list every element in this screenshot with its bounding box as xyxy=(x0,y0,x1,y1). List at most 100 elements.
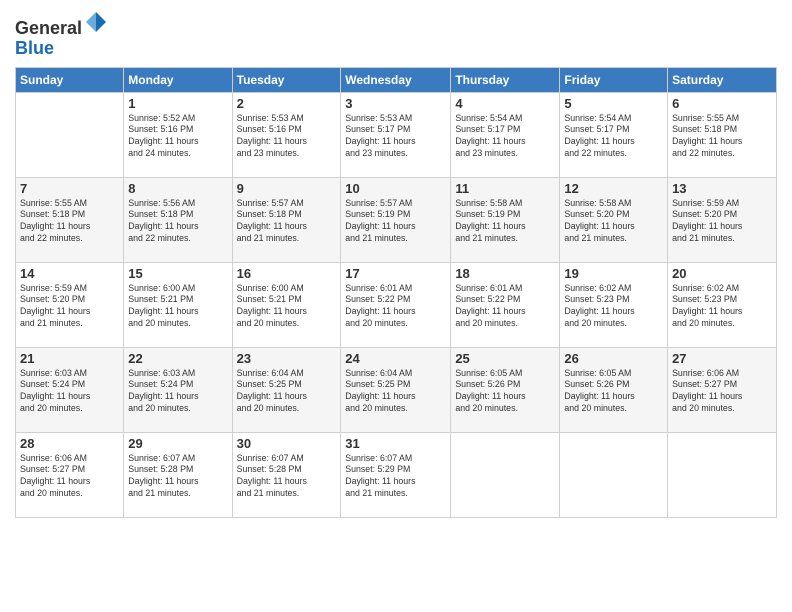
day-number: 2 xyxy=(237,96,337,111)
calendar-cell: 20 Sunrise: 6:02 AM Sunset: 5:23 PM Dayli… xyxy=(668,262,777,347)
day-info: Sunrise: 6:07 AM Sunset: 5:28 PM Dayligh… xyxy=(128,453,227,501)
day-info: Sunrise: 6:00 AM Sunset: 5:21 PM Dayligh… xyxy=(237,283,337,331)
calendar-cell xyxy=(451,432,560,517)
logo-general: General xyxy=(15,18,82,38)
logo-blue: Blue xyxy=(15,38,54,58)
day-number: 6 xyxy=(672,96,772,111)
day-info: Sunrise: 6:03 AM Sunset: 5:24 PM Dayligh… xyxy=(128,368,227,416)
calendar-cell: 19Sunrise: 6:02 AM Sunset: 5:23 PM Dayli… xyxy=(560,262,668,347)
calendar-cell: 23 Sunrise: 6:04 AM Sunset: 5:25 PM Dayli… xyxy=(232,347,341,432)
calendar-cell xyxy=(668,432,777,517)
day-info: Sunrise: 5:53 AM Sunset: 5:16 PM Dayligh… xyxy=(237,113,337,161)
day-info: Sunrise: 5:57 AM Sunset: 5:19 PM Dayligh… xyxy=(345,198,446,246)
col-header-wednesday: Wednesday xyxy=(341,67,451,92)
calendar-cell: 25Sunrise: 6:05 AM Sunset: 5:26 PM Dayli… xyxy=(451,347,560,432)
day-info: Sunrise: 6:02 AM Sunset: 5:23 PM Dayligh… xyxy=(672,283,772,331)
calendar-week-row: 28Sunrise: 6:06 AM Sunset: 5:27 PM Dayli… xyxy=(16,432,777,517)
day-info: Sunrise: 5:59 AM Sunset: 5:20 PM Dayligh… xyxy=(20,283,119,331)
day-number: 30 xyxy=(237,436,337,451)
calendar-cell: 12 Sunrise: 5:58 AM Sunset: 5:20 PM Dayli… xyxy=(560,177,668,262)
calendar-week-row: 14Sunrise: 5:59 AM Sunset: 5:20 PM Dayli… xyxy=(16,262,777,347)
calendar-cell: 26 Sunrise: 6:05 AM Sunset: 5:26 PM Dayli… xyxy=(560,347,668,432)
calendar-cell: 15 Sunrise: 6:00 AM Sunset: 5:21 PM Dayli… xyxy=(124,262,232,347)
day-number: 9 xyxy=(237,181,337,196)
day-number: 16 xyxy=(237,266,337,281)
day-info: Sunrise: 6:06 AM Sunset: 5:27 PM Dayligh… xyxy=(672,368,772,416)
day-number: 7 xyxy=(20,181,119,196)
day-info: Sunrise: 6:02 AM Sunset: 5:23 PM Dayligh… xyxy=(564,283,663,331)
day-info: Sunrise: 5:56 AM Sunset: 5:18 PM Dayligh… xyxy=(128,198,227,246)
day-info: Sunrise: 6:07 AM Sunset: 5:29 PM Dayligh… xyxy=(345,453,446,501)
day-number: 18 xyxy=(455,266,555,281)
calendar-cell: 17 Sunrise: 6:01 AM Sunset: 5:22 PM Dayli… xyxy=(341,262,451,347)
day-number: 11 xyxy=(455,181,555,196)
calendar-cell: 1 Sunrise: 5:52 AM Sunset: 5:16 PM Daylig… xyxy=(124,92,232,177)
day-number: 23 xyxy=(237,351,337,366)
calendar-cell: 11Sunrise: 5:58 AM Sunset: 5:19 PM Dayli… xyxy=(451,177,560,262)
calendar-cell: 21Sunrise: 6:03 AM Sunset: 5:24 PM Dayli… xyxy=(16,347,124,432)
day-info: Sunrise: 6:01 AM Sunset: 5:22 PM Dayligh… xyxy=(455,283,555,331)
calendar-cell: 30 Sunrise: 6:07 AM Sunset: 5:28 PM Dayli… xyxy=(232,432,341,517)
day-info: Sunrise: 5:54 AM Sunset: 5:17 PM Dayligh… xyxy=(455,113,555,161)
day-number: 8 xyxy=(128,181,227,196)
calendar-week-row: 21Sunrise: 6:03 AM Sunset: 5:24 PM Dayli… xyxy=(16,347,777,432)
day-number: 5 xyxy=(564,96,663,111)
day-info: Sunrise: 5:53 AM Sunset: 5:17 PM Dayligh… xyxy=(345,113,446,161)
calendar-cell: 28Sunrise: 6:06 AM Sunset: 5:27 PM Dayli… xyxy=(16,432,124,517)
calendar-cell xyxy=(16,92,124,177)
calendar-cell: 4 Sunrise: 5:54 AM Sunset: 5:17 PM Daylig… xyxy=(451,92,560,177)
logo: General Blue xyxy=(15,10,108,59)
calendar-header-row: SundayMondayTuesdayWednesdayThursdayFrid… xyxy=(16,67,777,92)
calendar-cell: 3Sunrise: 5:53 AM Sunset: 5:17 PM Daylig… xyxy=(341,92,451,177)
col-header-tuesday: Tuesday xyxy=(232,67,341,92)
calendar-cell: 14Sunrise: 5:59 AM Sunset: 5:20 PM Dayli… xyxy=(16,262,124,347)
calendar-cell: 27 Sunrise: 6:06 AM Sunset: 5:27 PM Dayli… xyxy=(668,347,777,432)
calendar-cell: 31 Sunrise: 6:07 AM Sunset: 5:29 PM Dayli… xyxy=(341,432,451,517)
day-number: 24 xyxy=(345,351,446,366)
day-info: Sunrise: 6:04 AM Sunset: 5:25 PM Dayligh… xyxy=(237,368,337,416)
day-number: 27 xyxy=(672,351,772,366)
day-info: Sunrise: 5:54 AM Sunset: 5:17 PM Dayligh… xyxy=(564,113,663,161)
header: General Blue xyxy=(15,10,777,59)
day-number: 1 xyxy=(128,96,227,111)
calendar-week-row: 1 Sunrise: 5:52 AM Sunset: 5:16 PM Daylig… xyxy=(16,92,777,177)
col-header-monday: Monday xyxy=(124,67,232,92)
calendar-cell: 24 Sunrise: 6:04 AM Sunset: 5:25 PM Dayli… xyxy=(341,347,451,432)
day-number: 31 xyxy=(345,436,446,451)
day-number: 4 xyxy=(455,96,555,111)
col-header-friday: Friday xyxy=(560,67,668,92)
day-info: Sunrise: 6:03 AM Sunset: 5:24 PM Dayligh… xyxy=(20,368,119,416)
day-number: 20 xyxy=(672,266,772,281)
day-number: 13 xyxy=(672,181,772,196)
day-number: 25 xyxy=(455,351,555,366)
calendar-cell: 7Sunrise: 5:55 AM Sunset: 5:18 PM Daylig… xyxy=(16,177,124,262)
day-number: 12 xyxy=(564,181,663,196)
col-header-saturday: Saturday xyxy=(668,67,777,92)
day-info: Sunrise: 6:01 AM Sunset: 5:22 PM Dayligh… xyxy=(345,283,446,331)
day-info: Sunrise: 6:05 AM Sunset: 5:26 PM Dayligh… xyxy=(564,368,663,416)
col-header-sunday: Sunday xyxy=(16,67,124,92)
calendar-cell: 22Sunrise: 6:03 AM Sunset: 5:24 PM Dayli… xyxy=(124,347,232,432)
col-header-thursday: Thursday xyxy=(451,67,560,92)
day-info: Sunrise: 6:07 AM Sunset: 5:28 PM Dayligh… xyxy=(237,453,337,501)
calendar-cell xyxy=(560,432,668,517)
day-number: 15 xyxy=(128,266,227,281)
calendar-cell: 5 Sunrise: 5:54 AM Sunset: 5:17 PM Daylig… xyxy=(560,92,668,177)
calendar-cell: 2 Sunrise: 5:53 AM Sunset: 5:16 PM Daylig… xyxy=(232,92,341,177)
calendar-cell: 18 Sunrise: 6:01 AM Sunset: 5:22 PM Dayli… xyxy=(451,262,560,347)
day-number: 10 xyxy=(345,181,446,196)
calendar-cell: 6Sunrise: 5:55 AM Sunset: 5:18 PM Daylig… xyxy=(668,92,777,177)
day-number: 28 xyxy=(20,436,119,451)
day-info: Sunrise: 6:04 AM Sunset: 5:25 PM Dayligh… xyxy=(345,368,446,416)
calendar-table: SundayMondayTuesdayWednesdayThursdayFrid… xyxy=(15,67,777,518)
calendar-cell: 10 Sunrise: 5:57 AM Sunset: 5:19 PM Dayli… xyxy=(341,177,451,262)
day-info: Sunrise: 5:57 AM Sunset: 5:18 PM Dayligh… xyxy=(237,198,337,246)
day-info: Sunrise: 6:00 AM Sunset: 5:21 PM Dayligh… xyxy=(128,283,227,331)
day-info: Sunrise: 5:59 AM Sunset: 5:20 PM Dayligh… xyxy=(672,198,772,246)
day-number: 26 xyxy=(564,351,663,366)
day-info: Sunrise: 5:52 AM Sunset: 5:16 PM Dayligh… xyxy=(128,113,227,161)
calendar-cell: 16 Sunrise: 6:00 AM Sunset: 5:21 PM Dayli… xyxy=(232,262,341,347)
day-info: Sunrise: 5:58 AM Sunset: 5:20 PM Dayligh… xyxy=(564,198,663,246)
page: General Blue SundayMondayTuesdayWednesda… xyxy=(0,0,792,612)
day-number: 17 xyxy=(345,266,446,281)
